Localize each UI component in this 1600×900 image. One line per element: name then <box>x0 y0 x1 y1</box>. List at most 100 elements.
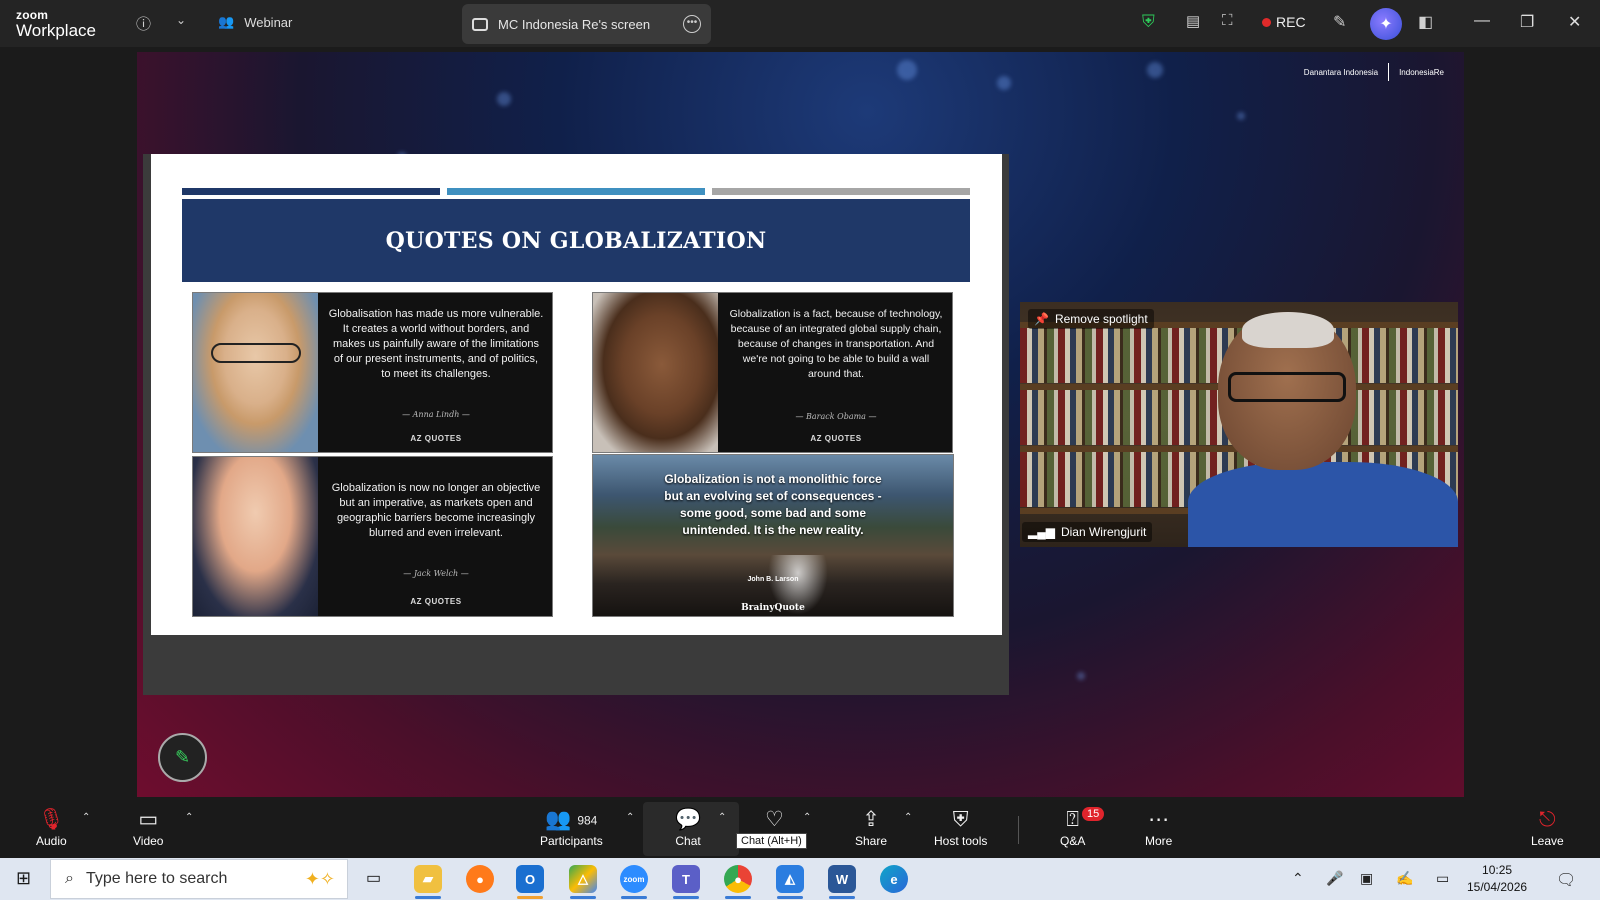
outlook-icon[interactable]: O <box>516 865 544 893</box>
zoom-icon[interactable]: zoom <box>620 865 648 893</box>
chat-caret-icon[interactable]: ⌃ <box>718 812 726 823</box>
leave-icon: ⎋ <box>1539 808 1556 831</box>
share-tab-label: MC Indonesia Re's screen <box>498 16 651 32</box>
quote-card: Globalisation has made us more vulnerabl… <box>192 292 553 453</box>
clock-time: 10:25 <box>1482 863 1513 877</box>
record-dot-icon <box>1262 17 1271 27</box>
taskbar-search[interactable]: ⌕ Type here to search ✦✧ <box>50 859 348 899</box>
task-view-icon[interactable]: ▭ <box>366 868 381 888</box>
leave-label: Leave <box>1531 834 1564 848</box>
audio-caret-icon[interactable]: ⌃ <box>82 812 90 823</box>
taskbar-clock[interactable]: 10:25 15/04/2026 <box>1467 862 1527 896</box>
webinar-indicator[interactable]: 👥 Webinar <box>218 14 292 30</box>
sparkle-icon: ✦✧ <box>304 868 335 889</box>
remove-spotlight-label: Remove spotlight <box>1054 312 1148 326</box>
portrait-image <box>593 293 718 452</box>
teams-icon[interactable]: T <box>672 865 700 893</box>
google-drive-icon[interactable]: △ <box>569 865 597 893</box>
remove-spotlight-button[interactable]: 📌 Remove spotlight <box>1028 309 1154 329</box>
edge-icon[interactable]: e <box>880 865 908 893</box>
share-label: Share <box>855 834 888 848</box>
host-shield-icon: ⛨ <box>952 808 969 831</box>
quote-source: AZ QUOTES <box>410 434 462 443</box>
info-icon[interactable]: ⓘ <box>136 13 151 34</box>
reactions-button[interactable]: ♡ <box>765 806 784 834</box>
reactions-caret-icon[interactable]: ⌃ <box>803 812 811 823</box>
ai-companion-icon[interactable]: ✦ <box>1370 8 1402 40</box>
firefox-icon[interactable]: ● <box>466 865 494 893</box>
accent-bar <box>447 188 705 195</box>
tray-microphone-icon[interactable]: 🎤 <box>1326 870 1343 887</box>
quote-card: Globalization is a fact, because of tech… <box>592 292 953 453</box>
title-bar: zoom Workplace ⓘ ⌄ 👥 Webinar MC Indonesi… <box>0 0 1600 47</box>
tray-pen-icon[interactable]: ✍ <box>1396 870 1413 887</box>
audio-button[interactable]: 🎙 Audio <box>36 806 67 848</box>
quote-author: — Jack Welch — <box>403 569 469 578</box>
more-options-icon[interactable]: ••• <box>683 15 701 33</box>
video-camera-icon: ▭ <box>138 808 159 831</box>
portrait-image <box>193 457 318 616</box>
video-button[interactable]: ▭ Video <box>133 806 163 848</box>
chat-button[interactable]: 💬 Chat <box>675 806 701 848</box>
chevron-down-icon[interactable]: ⌄ <box>176 13 186 27</box>
video-label: Video <box>133 834 164 848</box>
pin-icon: 📌 <box>1034 312 1049 326</box>
side-panel-icon[interactable]: ◧ <box>1418 12 1433 32</box>
participant-person <box>1188 312 1458 547</box>
brand-right: IndonesiaRe <box>1399 67 1444 77</box>
participants-button[interactable]: 👥 984 Participants <box>540 806 603 848</box>
quote-text: Globalization is not a monolithic force … <box>664 472 882 537</box>
tray-overflow-icon[interactable]: ⌃ <box>1292 870 1304 887</box>
photos-icon[interactable]: ◭ <box>776 865 804 893</box>
qa-label: Q&A <box>1060 834 1086 848</box>
slide-title-banner: QUOTES ON GLOBALIZATION <box>182 199 970 282</box>
captions-icon[interactable]: ▤ <box>1186 12 1200 30</box>
participant-name: Dian Wirengjurit <box>1060 525 1147 539</box>
windows-start-icon[interactable]: ⊞ <box>16 868 31 889</box>
spotlight-video[interactable]: 📌 Remove spotlight ▂▄▆ Dian Wirengjurit <box>1020 302 1458 547</box>
focus-icon[interactable]: ⛶ <box>1222 12 1233 29</box>
annotate-pen-icon[interactable]: ✎ <box>158 733 207 782</box>
logo-line1: zoom <box>16 8 49 22</box>
heart-icon: ♡ <box>765 808 784 831</box>
video-caret-icon[interactable]: ⌃ <box>185 812 193 823</box>
quote-text: Globalization is a fact, because of tech… <box>729 308 943 380</box>
meeting-stage: Danantara Indonesia IndonesiaRe QUOTES O… <box>137 52 1464 797</box>
tray-display-icon[interactable]: ▣ <box>1360 870 1373 887</box>
leave-button[interactable]: ⎋ Leave <box>1531 806 1564 848</box>
restore-icon[interactable]: ❐ <box>1520 12 1534 32</box>
more-button[interactable]: ⋯ More <box>1145 806 1172 848</box>
participants-caret-icon[interactable]: ⌃ <box>626 812 634 823</box>
quote-text: Globalisation has made us more vulnerabl… <box>328 308 544 380</box>
qa-icon: ⍰ <box>1066 808 1079 831</box>
portrait-image <box>193 293 318 452</box>
word-icon[interactable]: W <box>828 865 856 893</box>
accent-bar <box>182 188 440 195</box>
pen-icon[interactable]: ✎ <box>1333 12 1346 32</box>
notifications-icon[interactable]: 🗨 <box>1556 870 1576 890</box>
brand-logos: Danantara Indonesia IndonesiaRe <box>1304 63 1444 81</box>
recording-indicator[interactable]: REC <box>1262 14 1306 30</box>
logo-line2: Workplace <box>16 21 96 40</box>
quote-source: BrainyQuote <box>741 603 805 613</box>
shield-icon[interactable]: ⛨ <box>1142 12 1155 32</box>
minimize-icon[interactable]: — <box>1474 12 1490 30</box>
file-explorer-icon[interactable]: ▰ <box>414 865 442 893</box>
search-icon: ⌕ <box>65 870 74 887</box>
share-button[interactable]: ⇪ Share <box>855 806 887 848</box>
host-tools-button[interactable]: ⛨ Host tools <box>934 806 987 848</box>
share-caret-icon[interactable]: ⌃ <box>904 812 912 823</box>
share-screen-tab[interactable]: MC Indonesia Re's screen ••• <box>462 4 711 44</box>
quote-author: — Barack Obama — <box>795 412 877 421</box>
quote-source: AZ QUOTES <box>410 597 462 606</box>
close-icon[interactable]: ✕ <box>1568 12 1581 32</box>
presentation-slide: QUOTES ON GLOBALIZATION Globalisation ha… <box>151 154 1002 635</box>
quote-author: John B. Larson <box>747 576 799 583</box>
chrome-icon[interactable]: ● <box>724 865 752 893</box>
meeting-toolbar <box>0 800 1600 858</box>
accent-bar <box>712 188 970 195</box>
chat-tooltip: Chat (Alt+H) <box>736 833 807 849</box>
search-placeholder: Type here to search <box>85 870 228 887</box>
tray-keyboard-icon[interactable]: ▭ <box>1436 870 1449 887</box>
participants-label: Participants <box>540 834 603 848</box>
